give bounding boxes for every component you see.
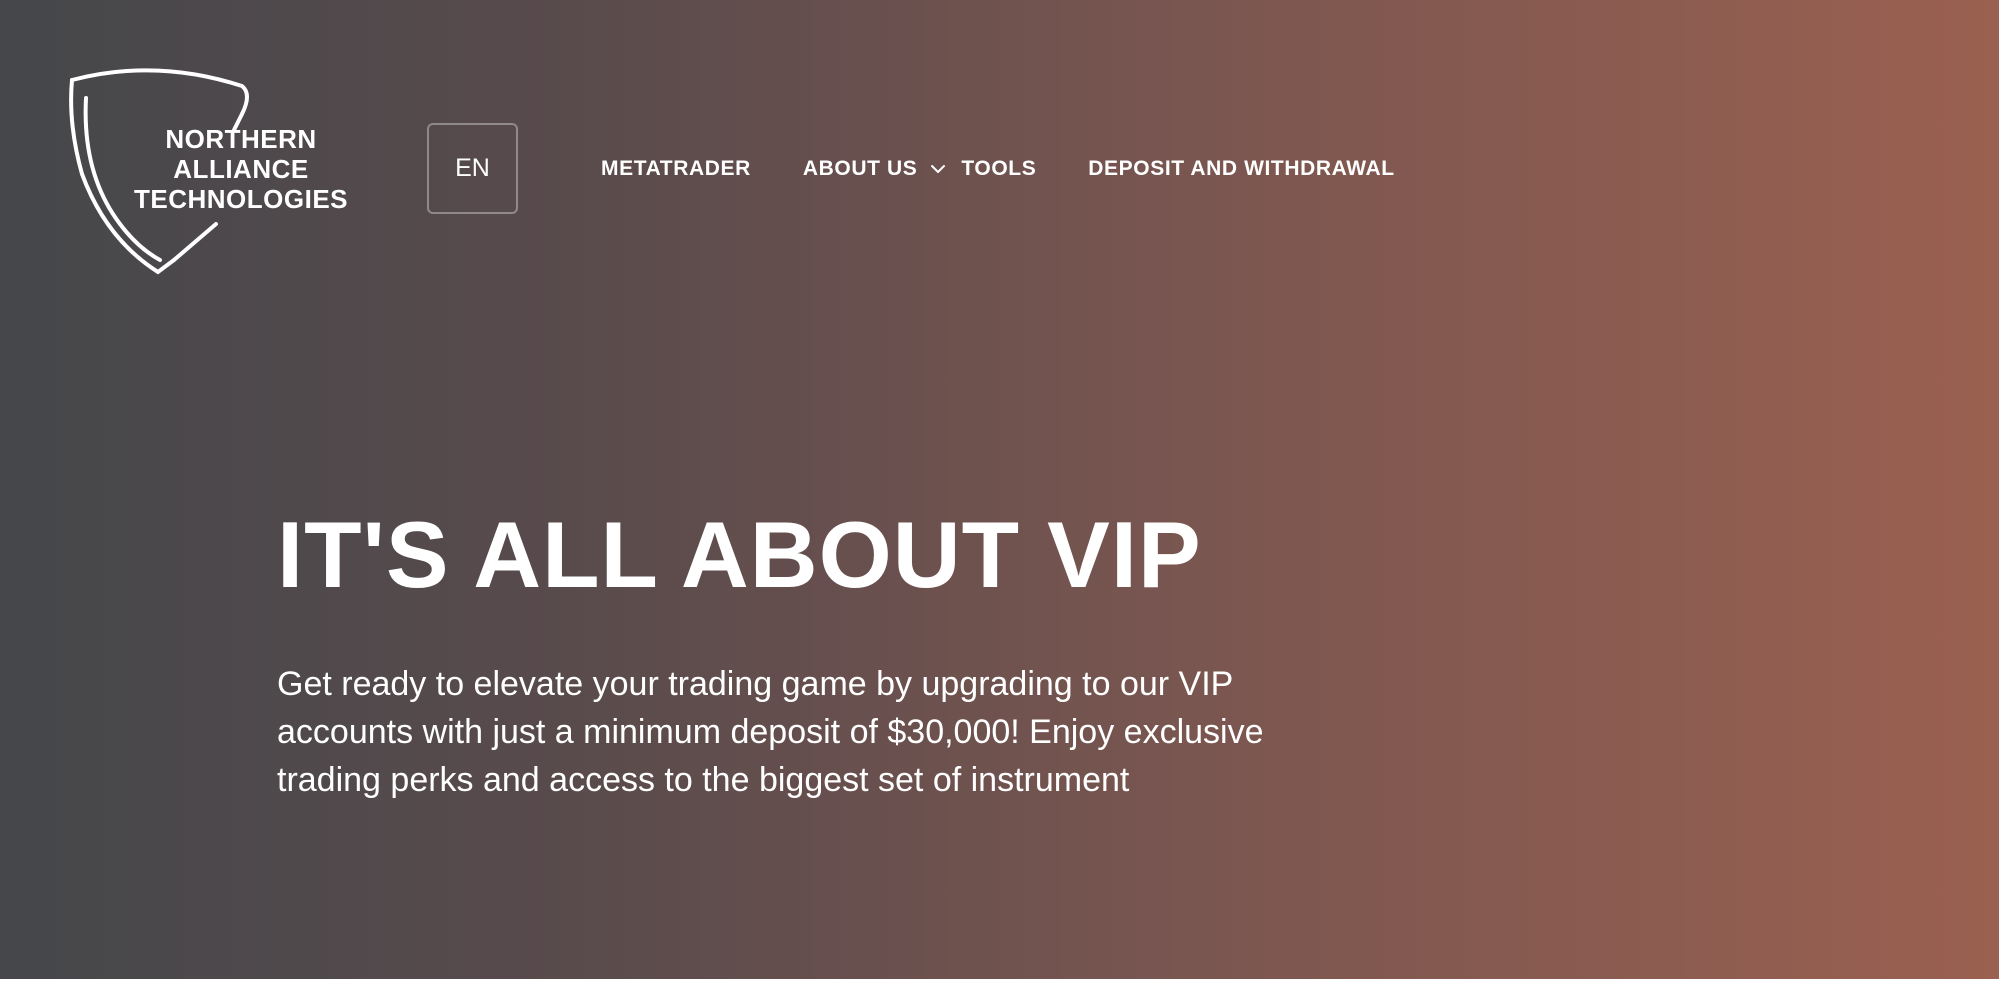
nav-item-label: METATRADER: [601, 157, 751, 180]
nav-item-label: DEPOSIT AND WITHDRAWAL: [1088, 157, 1395, 180]
nav-item-metatrader[interactable]: METATRADER: [601, 157, 751, 181]
nav-item-deposit-and-withdrawal[interactable]: DEPOSIT AND WITHDRAWAL: [1088, 157, 1394, 181]
hero-title: IT'S ALL ABOUT VIP: [277, 502, 1202, 607]
brand-line: NORTHERN: [165, 124, 317, 154]
language-selector-button[interactable]: EN: [427, 123, 518, 214]
nav-item-label: ABOUT US: [802, 157, 918, 180]
chevron-down-icon: [931, 165, 946, 173]
nav-item-about-us[interactable]: ABOUT US: [803, 157, 961, 181]
brand-line: ALLIANCE: [173, 154, 309, 184]
nav-item-label: TOOLS: [961, 157, 1037, 180]
hero-description: Get ready to elevate your trading game b…: [277, 665, 1264, 799]
brand-logo[interactable]: NORTHERN ALLIANCE TECHNOLOGIES: [66, 64, 366, 280]
hero-section: NORTHERN ALLIANCE TECHNOLOGIES EN METATR…: [0, 0, 1999, 979]
brand-line: TECHNOLOGIES: [133, 184, 348, 214]
brand-name: NORTHERN ALLIANCE TECHNOLOGIES: [116, 124, 366, 214]
nav-item-tools[interactable]: TOOLS: [961, 157, 1036, 181]
main-nav: METATRADER ABOUT US TOOLS DEPOSIT AND WI…: [601, 152, 1395, 186]
